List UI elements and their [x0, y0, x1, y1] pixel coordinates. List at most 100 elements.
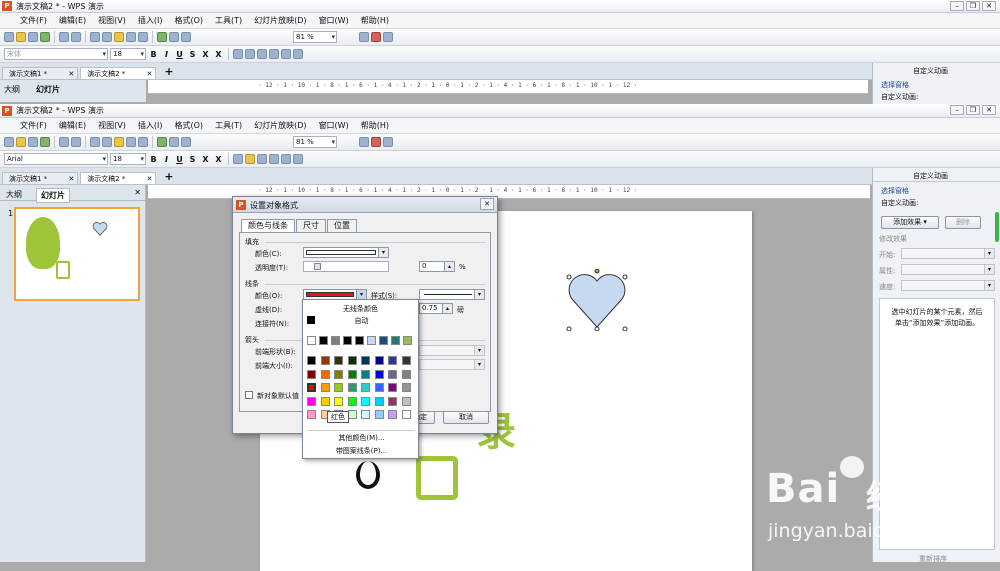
numbering-icon[interactable]: [293, 154, 303, 164]
font-combo[interactable]: Arial: [4, 153, 108, 165]
select-pane-link[interactable]: 选择窗格: [873, 182, 1000, 196]
menu-slideshow[interactable]: 幻灯片放映(D): [254, 15, 306, 26]
menu-format[interactable]: 格式(O): [174, 15, 203, 26]
menu-help[interactable]: 帮助(H): [361, 120, 389, 131]
menu-window[interactable]: 窗口(W): [319, 120, 349, 131]
recent-color-swatch[interactable]: [367, 336, 376, 345]
color-swatch[interactable]: [361, 356, 370, 365]
picture-icon[interactable]: [181, 32, 191, 42]
color-swatch[interactable]: [374, 369, 384, 379]
tab-doc2[interactable]: 演示文稿2 * ✕: [80, 67, 157, 80]
tab-size[interactable]: 尺寸: [296, 219, 326, 232]
color-swatch[interactable]: [320, 356, 330, 365]
new-tab-icon[interactable]: +: [164, 65, 173, 79]
default-checkbox[interactable]: [245, 391, 253, 399]
color-swatch[interactable]: [361, 396, 370, 406]
recent-color-swatch[interactable]: [343, 336, 352, 345]
shadow-icon[interactable]: S: [187, 50, 198, 59]
line-style-select[interactable]: ▾: [419, 289, 485, 300]
color-swatch[interactable]: [307, 383, 316, 392]
preview-icon[interactable]: [71, 137, 81, 147]
export-icon[interactable]: [40, 32, 50, 42]
minimize-icon[interactable]: –: [950, 105, 964, 115]
new-tab-icon[interactable]: +: [164, 170, 173, 184]
more-colors-option[interactable]: 其他颜色(M)...: [303, 433, 420, 443]
align-right-icon[interactable]: [257, 154, 267, 164]
undo-icon[interactable]: [126, 137, 136, 147]
close-tab-icon[interactable]: ✕: [147, 68, 153, 80]
underline-icon[interactable]: U: [174, 50, 185, 59]
star-icon[interactable]: [371, 137, 381, 147]
fill-color-select[interactable]: ▾: [303, 247, 389, 258]
align-right-icon[interactable]: [257, 49, 267, 59]
tab-doc1[interactable]: 演示文稿1 * ✕: [2, 67, 79, 80]
tab-slides[interactable]: 幻灯片: [36, 188, 70, 203]
menu-view[interactable]: 视图(V): [98, 15, 126, 26]
numbering-icon[interactable]: [293, 49, 303, 59]
save-icon[interactable]: [28, 137, 38, 147]
menu-file[interactable]: 文件(F): [20, 120, 47, 131]
transparency-input[interactable]: 0 ▴: [419, 261, 455, 272]
cut-icon[interactable]: [90, 137, 100, 147]
rerank-label[interactable]: 重新排序: [919, 554, 947, 564]
help-icon[interactable]: [359, 137, 369, 147]
color-swatch[interactable]: [307, 356, 316, 365]
close-tab-icon[interactable]: ✕: [68, 173, 74, 185]
close-icon[interactable]: ✕: [982, 105, 996, 115]
align-left-icon[interactable]: [233, 49, 243, 59]
zoom-combo[interactable]: 81 %: [293, 136, 337, 148]
bullets-icon[interactable]: [281, 49, 291, 59]
color-swatch[interactable]: [374, 356, 384, 365]
redo-icon[interactable]: [138, 137, 148, 147]
menu-file[interactable]: 文件(F): [20, 15, 47, 26]
copy-icon[interactable]: [102, 32, 112, 42]
back-select-pane[interactable]: 选择窗格: [873, 76, 1000, 90]
recent-color-swatch[interactable]: [391, 336, 400, 345]
tab-doc2[interactable]: 演示文稿2 * ✕: [80, 172, 157, 184]
picture-icon[interactable]: [181, 137, 191, 147]
align-left-icon[interactable]: [233, 154, 243, 164]
color-swatch[interactable]: [388, 369, 397, 379]
color-swatch[interactable]: [347, 396, 357, 406]
color-swatch[interactable]: [347, 383, 357, 392]
color-swatch[interactable]: [401, 383, 411, 392]
gear-icon[interactable]: [383, 32, 393, 42]
table-icon[interactable]: [169, 32, 179, 42]
transparency-slider[interactable]: [303, 261, 389, 272]
patterned-lines-option[interactable]: 带图案线条(P)...: [303, 446, 420, 456]
back-tab-slides[interactable]: 幻灯片: [36, 84, 60, 95]
menu-tools[interactable]: 工具(T): [215, 120, 242, 131]
underline-icon[interactable]: U: [174, 155, 185, 164]
paste-icon[interactable]: [114, 32, 124, 42]
color-swatch[interactable]: [374, 383, 384, 392]
color-swatch[interactable]: [334, 369, 343, 379]
recent-color-swatch[interactable]: [331, 336, 340, 345]
recent-color-swatch[interactable]: [355, 336, 364, 345]
menu-insert[interactable]: 插入(I): [138, 120, 163, 131]
align-center-icon[interactable]: [245, 154, 255, 164]
panel-scrollbar[interactable]: [995, 212, 999, 242]
heart-shape[interactable]: [566, 269, 628, 331]
close-tab-icon[interactable]: ✕: [68, 68, 74, 80]
bullets-icon[interactable]: [281, 154, 291, 164]
italic-icon[interactable]: I: [161, 50, 172, 59]
color-swatch[interactable]: [347, 369, 357, 379]
tab-doc1[interactable]: 演示文稿1 * ✕: [2, 172, 79, 185]
preview-icon[interactable]: [71, 32, 81, 42]
chart-icon[interactable]: [157, 32, 167, 42]
slide-thumbnail[interactable]: [14, 207, 140, 301]
tab-colors-lines[interactable]: 颜色与线条: [241, 219, 295, 232]
color-swatch[interactable]: [361, 369, 370, 379]
gear-icon[interactable]: [383, 137, 393, 147]
open-icon[interactable]: [16, 137, 26, 147]
menu-tools[interactable]: 工具(T): [215, 15, 242, 26]
chart-icon[interactable]: [157, 137, 167, 147]
color-swatch[interactable]: [388, 396, 397, 406]
menu-slideshow[interactable]: 幻灯片放映(D): [254, 120, 306, 131]
color-swatch[interactable]: [401, 356, 411, 365]
save-icon[interactable]: [28, 32, 38, 42]
tab-position[interactable]: 位置: [327, 219, 357, 232]
subscript-icon[interactable]: X: [213, 50, 224, 59]
recent-color-swatch[interactable]: [403, 336, 412, 345]
help-icon[interactable]: [359, 32, 369, 42]
